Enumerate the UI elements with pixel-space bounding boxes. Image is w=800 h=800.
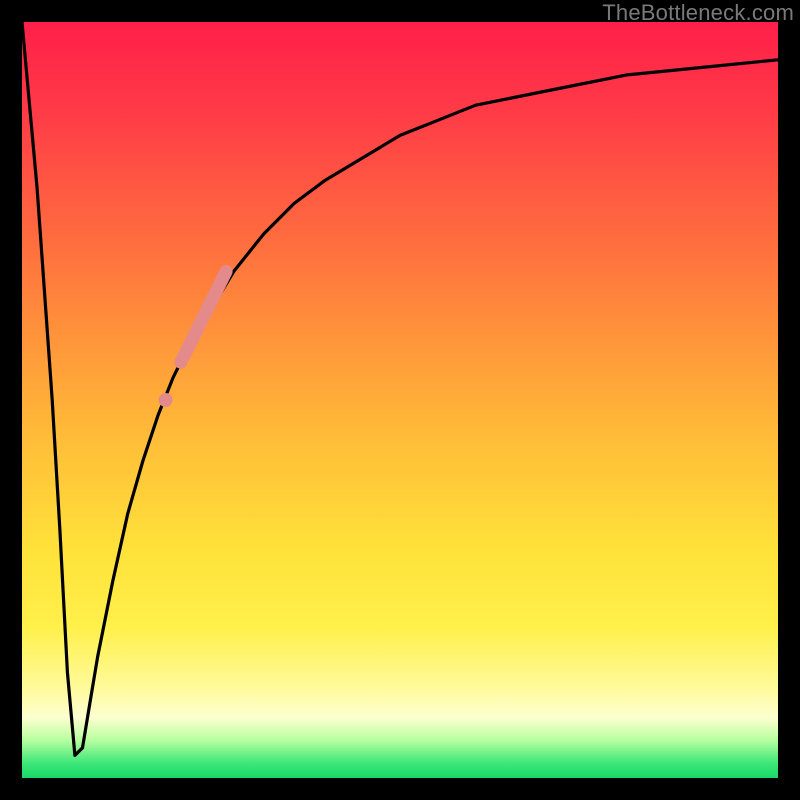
highlight-dot [159, 393, 173, 407]
plot-area [22, 22, 778, 778]
highlight-segment [181, 272, 226, 363]
bottleneck-curve [22, 22, 778, 755]
curve-svg [22, 22, 778, 778]
chart-stage: TheBottleneck.com [0, 0, 800, 800]
